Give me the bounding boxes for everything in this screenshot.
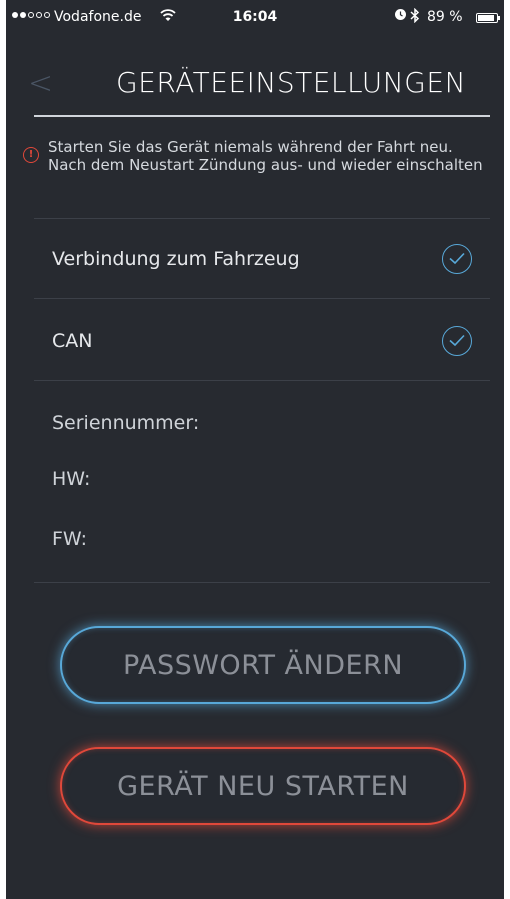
divider [34, 380, 490, 381]
divider [34, 298, 490, 299]
restart-warning-text: Starten Sie das Gerät niemals während de… [48, 138, 483, 174]
battery-percentage: 89 % [427, 9, 463, 25]
status-bar: Vodafone.de 16:04 89 % [6, 0, 504, 40]
battery-icon [476, 13, 498, 23]
title-divider [34, 115, 490, 117]
bluetooth-icon [410, 7, 420, 27]
change-password-button[interactable]: PASSWORT ÄNDERN [60, 626, 466, 704]
divider [34, 218, 490, 219]
vehicle-connection-check-icon [442, 244, 472, 274]
back-chevron-icon[interactable]: < [28, 66, 53, 101]
vehicle-connection-label: Verbindung zum Fahrzeug [52, 248, 300, 270]
divider [34, 582, 490, 583]
firmware-version-label: FW: [52, 528, 88, 550]
warning-icon: ! [23, 147, 39, 163]
serial-number-label: Seriennummer: [52, 412, 200, 434]
device-settings-screen: Vodafone.de 16:04 89 % < GERÄTEEINSTELLU… [6, 0, 504, 899]
page-title: GERÄTEEINSTELLUNGEN [115, 66, 467, 99]
hardware-version-label: HW: [52, 468, 91, 490]
restart-device-button[interactable]: GERÄT NEU STARTEN [60, 747, 466, 825]
can-label: CAN [52, 330, 93, 352]
battery-tip [498, 16, 500, 20]
can-check-icon [442, 326, 472, 356]
alarm-icon [394, 8, 407, 25]
